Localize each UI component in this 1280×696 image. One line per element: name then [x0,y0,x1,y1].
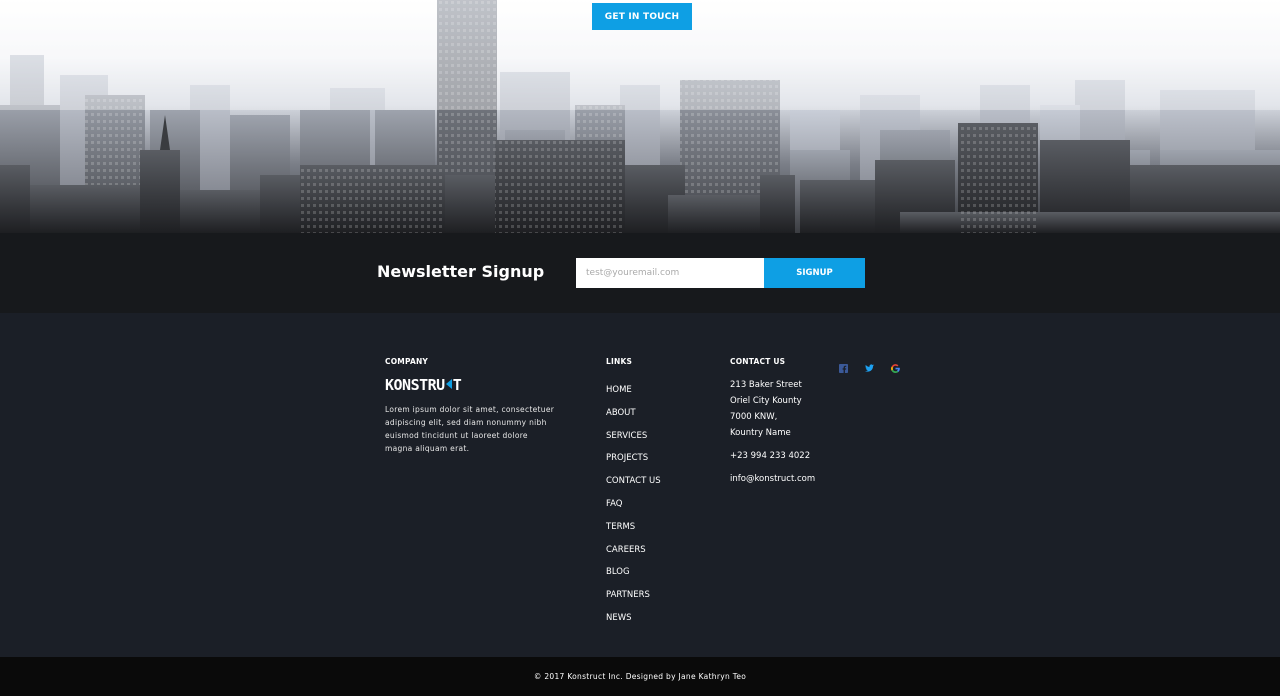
get-in-touch-button[interactable]: GET IN TOUCH [592,3,692,30]
footer-link-blog[interactable]: BLOG [606,567,630,577]
address-line: 7000 KNW, [730,412,778,422]
facebook-icon-glyph [838,363,848,373]
footer-link-projects[interactable]: PROJECTS [606,453,648,463]
company-description: Lorem ipsum dolor sit amet, consectetuer… [385,405,555,453]
footer-link-services[interactable]: SERVICES [606,431,647,441]
contact-phone: +23 994 233 4022 [730,451,811,461]
footer-link-item: BLOG [606,559,661,582]
footer-link-item: FAQ [606,491,661,514]
logo-text-suffix: T [452,376,462,394]
newsletter-title: Newsletter Signup [377,262,545,281]
logo-accent-icon [445,379,452,389]
address-line: Kountry Name [730,428,791,438]
footer-link-faq[interactable]: FAQ [606,499,622,509]
logo-text-prefix: KONSTRU [385,376,445,394]
footer-link-item: CONTACT US [606,468,661,491]
facebook-icon[interactable] [837,362,849,374]
footer-link-home[interactable]: HOME [606,385,632,395]
copyright-text: © 2017 Konstruct Inc. Designed by Jane K… [533,672,747,681]
konstruct-logo[interactable]: KONSTRU T [385,376,462,394]
social-links [837,362,901,374]
company-heading: COMPANY [385,357,429,366]
footer-link-terms[interactable]: TERMS [606,522,635,532]
footer-link-item: HOME [606,377,661,400]
address-line: 213 Baker Street [730,380,802,390]
footer-link-about[interactable]: ABOUT [606,408,636,418]
city-skyline-image [0,0,1280,233]
twitter-icon[interactable] [863,362,875,374]
footer-link-item: PROJECTS [606,445,661,468]
footer-link-item: PARTNERS [606,582,661,605]
twitter-icon-glyph [864,364,874,372]
contact-address: 213 Baker Street Oriel City Kounty 7000 … [730,377,815,441]
address-line: Oriel City Kounty [730,396,802,406]
footer-link-item: NEWS [606,605,661,628]
footer-links-list: HOME ABOUT SERVICES PROJECTS CONTACT US … [606,377,661,628]
footer-link-item: CAREERS [606,537,661,560]
footer-link-careers[interactable]: CAREERS [606,545,646,555]
footer-link-item: TERMS [606,514,661,537]
footer-link-item: SERVICES [606,423,661,446]
newsletter-section: Newsletter Signup SIGNUP [0,233,1280,313]
footer-link-item: ABOUT [606,400,661,423]
contact-details: 213 Baker Street Oriel City Kounty 7000 … [730,377,815,487]
footer-link-partners[interactable]: PARTNERS [606,590,650,600]
google-icon[interactable] [889,362,901,374]
footer: COMPANY KONSTRU T Lorem ipsum dolor sit a… [0,313,1280,657]
hero-skyline: GET IN TOUCH [0,0,1280,233]
links-heading: LINKS [606,357,633,366]
copyright-bar: © 2017 Konstruct Inc. Designed by Jane K… [0,657,1280,696]
signup-button[interactable]: SIGNUP [764,258,865,288]
footer-link-news[interactable]: NEWS [606,613,632,623]
footer-link-contact-us[interactable]: CONTACT US [606,476,661,486]
contact-heading: CONTACT US [730,357,786,366]
google-icon-glyph [890,363,900,373]
contact-email[interactable]: info@konstruct.com [730,471,815,487]
newsletter-email-input[interactable] [576,258,764,288]
